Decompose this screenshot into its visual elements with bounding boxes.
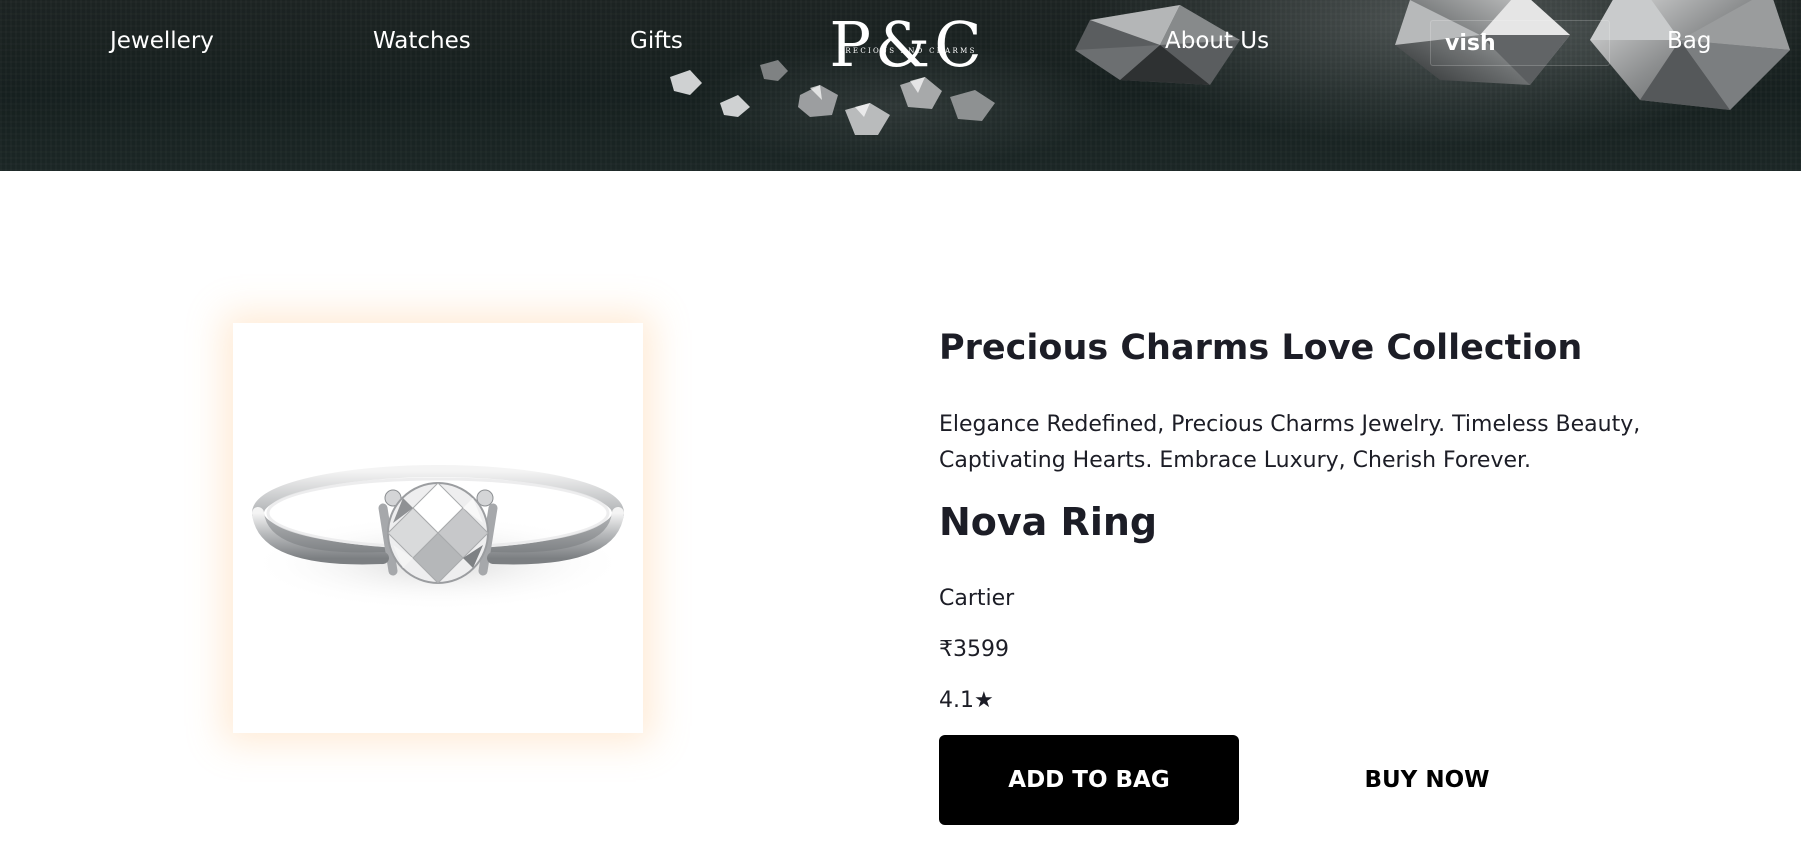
buy-now-button[interactable]: BUY NOW	[1277, 735, 1577, 825]
rating-value: 4.1	[939, 688, 974, 713]
collection-title: Precious Charms Love Collection	[939, 328, 1583, 368]
wishlist-link[interactable]: vish	[1430, 20, 1610, 66]
product-rating: 4.1★	[939, 688, 994, 713]
nav-jewellery[interactable]: Jewellery	[110, 28, 214, 54]
logo-tagline: PRECIOUS AND CHARMS	[838, 47, 977, 55]
add-to-bag-button[interactable]: ADD TO BAG	[939, 735, 1239, 825]
nav-about-us[interactable]: About Us	[1165, 28, 1269, 54]
solitaire-ring-image	[248, 465, 628, 611]
product-brand: Cartier	[939, 586, 1015, 611]
nav-gifts[interactable]: Gifts	[630, 28, 683, 54]
product-price: ₹3599	[939, 637, 1009, 662]
brand-logo[interactable]: P&C PRECIOUS AND CHARMS	[820, 10, 995, 80]
product-description: Elegance Redefined, Precious Charms Jewe…	[939, 412, 1641, 473]
site-header: Jewellery Watches Gifts P&C PRECIOUS AND…	[0, 0, 1801, 171]
nav-watches[interactable]: Watches	[373, 28, 471, 54]
product-name: Nova Ring	[939, 500, 1158, 544]
star-icon: ★	[974, 688, 994, 713]
product-image	[233, 323, 643, 733]
nav-bag[interactable]: Bag	[1667, 28, 1711, 54]
logo-mark: P&C	[829, 8, 986, 81]
wishlist-label: vish	[1445, 31, 1496, 56]
